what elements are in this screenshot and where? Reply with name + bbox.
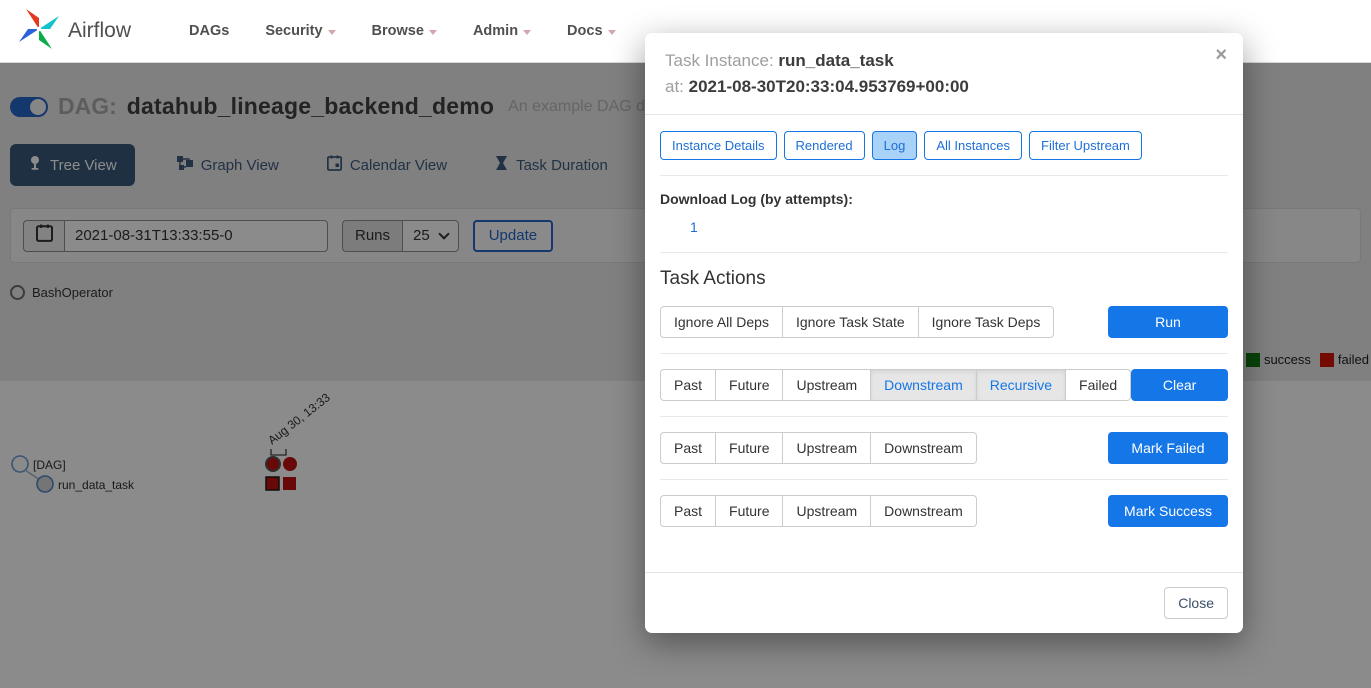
clear-options-group: Past Future Upstream Downstream Recursiv… (660, 369, 1131, 401)
airflow-brand[interactable]: Airflow (18, 8, 131, 55)
past-toggle[interactable]: Past (660, 495, 716, 527)
log-button[interactable]: Log (872, 131, 918, 160)
recursive-toggle[interactable]: Recursive (977, 369, 1066, 401)
nav-item-admin[interactable]: Admin (473, 23, 531, 39)
caret-down-icon (608, 30, 616, 35)
ignore-task-deps-toggle[interactable]: Ignore Task Deps (919, 306, 1055, 338)
instance-details-button[interactable]: Instance Details (660, 131, 777, 160)
instance-toolbar: Instance Details Rendered Log All Instan… (660, 131, 1228, 160)
title-task-name: run_data_task (778, 51, 893, 70)
upstream-toggle[interactable]: Upstream (783, 369, 871, 401)
modal-title-line2: at: 2021-08-30T20:33:04.953769+00:00 (665, 74, 1223, 100)
mark-success-action-row: Past Future Upstream Downstream Mark Suc… (660, 495, 1228, 527)
future-toggle[interactable]: Future (716, 495, 783, 527)
upstream-toggle[interactable]: Upstream (783, 432, 871, 464)
run-action-row: Ignore All Deps Ignore Task State Ignore… (660, 306, 1228, 338)
all-instances-button[interactable]: All Instances (924, 131, 1022, 160)
nav-label: Admin (473, 23, 518, 39)
airflow-app: Airflow DAGs Security Browse Admin Docs … (0, 0, 1371, 688)
execution-timestamp: 2021-08-30T20:33:04.953769+00:00 (689, 77, 969, 96)
nav-label: DAGs (189, 23, 229, 39)
caret-down-icon (328, 30, 336, 35)
nav-label: Docs (567, 23, 602, 39)
title-prefix: Task Instance: (665, 51, 774, 70)
close-button[interactable]: Close (1164, 587, 1228, 619)
nav-item-browse[interactable]: Browse (372, 23, 437, 39)
nav-menu: DAGs Security Browse Admin Docs (189, 23, 616, 39)
rendered-button[interactable]: Rendered (784, 131, 865, 160)
upstream-toggle[interactable]: Upstream (783, 495, 871, 527)
mark-success-button[interactable]: Mark Success (1108, 495, 1228, 527)
ignore-all-deps-toggle[interactable]: Ignore All Deps (660, 306, 783, 338)
ignore-options-group: Ignore All Deps Ignore Task State Ignore… (660, 306, 1054, 338)
close-icon[interactable]: × (1215, 45, 1227, 65)
run-button[interactable]: Run (1108, 306, 1228, 338)
nav-label: Security (265, 23, 322, 39)
filter-upstream-button[interactable]: Filter Upstream (1029, 131, 1142, 160)
nav-item-docs[interactable]: Docs (567, 23, 615, 39)
nav-item-security[interactable]: Security (265, 23, 335, 39)
future-toggle[interactable]: Future (716, 432, 783, 464)
caret-down-icon (523, 30, 531, 35)
downstream-toggle[interactable]: Downstream (871, 369, 977, 401)
future-toggle[interactable]: Future (716, 369, 783, 401)
caret-down-icon (429, 30, 437, 35)
airflow-logo-icon (18, 8, 60, 55)
past-toggle[interactable]: Past (660, 432, 716, 464)
download-log-label: Download Log (by attempts): (660, 191, 1228, 207)
modal-body: Instance Details Rendered Log All Instan… (645, 115, 1243, 572)
brand-label: Airflow (68, 19, 131, 43)
ignore-task-state-toggle[interactable]: Ignore Task State (783, 306, 919, 338)
task-instance-modal: Task Instance: run_data_task at: 2021-08… (645, 33, 1243, 633)
at-prefix: at: (665, 77, 684, 96)
mark-failed-options-group: Past Future Upstream Downstream (660, 432, 977, 464)
past-toggle[interactable]: Past (660, 369, 716, 401)
clear-button[interactable]: Clear (1131, 369, 1228, 401)
downstream-toggle[interactable]: Downstream (871, 495, 977, 527)
attempt-1-link[interactable]: 1 (690, 219, 698, 235)
clear-action-row: Past Future Upstream Downstream Recursiv… (660, 369, 1228, 401)
mark-success-options-group: Past Future Upstream Downstream (660, 495, 977, 527)
nav-label: Browse (372, 23, 424, 39)
modal-title-line1: Task Instance: run_data_task (665, 48, 1223, 74)
modal-header: Task Instance: run_data_task at: 2021-08… (645, 33, 1243, 115)
downstream-toggle[interactable]: Downstream (871, 432, 977, 464)
mark-failed-button[interactable]: Mark Failed (1108, 432, 1228, 464)
modal-footer: Close (645, 572, 1243, 633)
mark-failed-action-row: Past Future Upstream Downstream Mark Fai… (660, 432, 1228, 464)
failed-toggle[interactable]: Failed (1066, 369, 1131, 401)
nav-item-dags[interactable]: DAGs (189, 23, 229, 39)
task-actions-title: Task Actions (660, 268, 1228, 290)
